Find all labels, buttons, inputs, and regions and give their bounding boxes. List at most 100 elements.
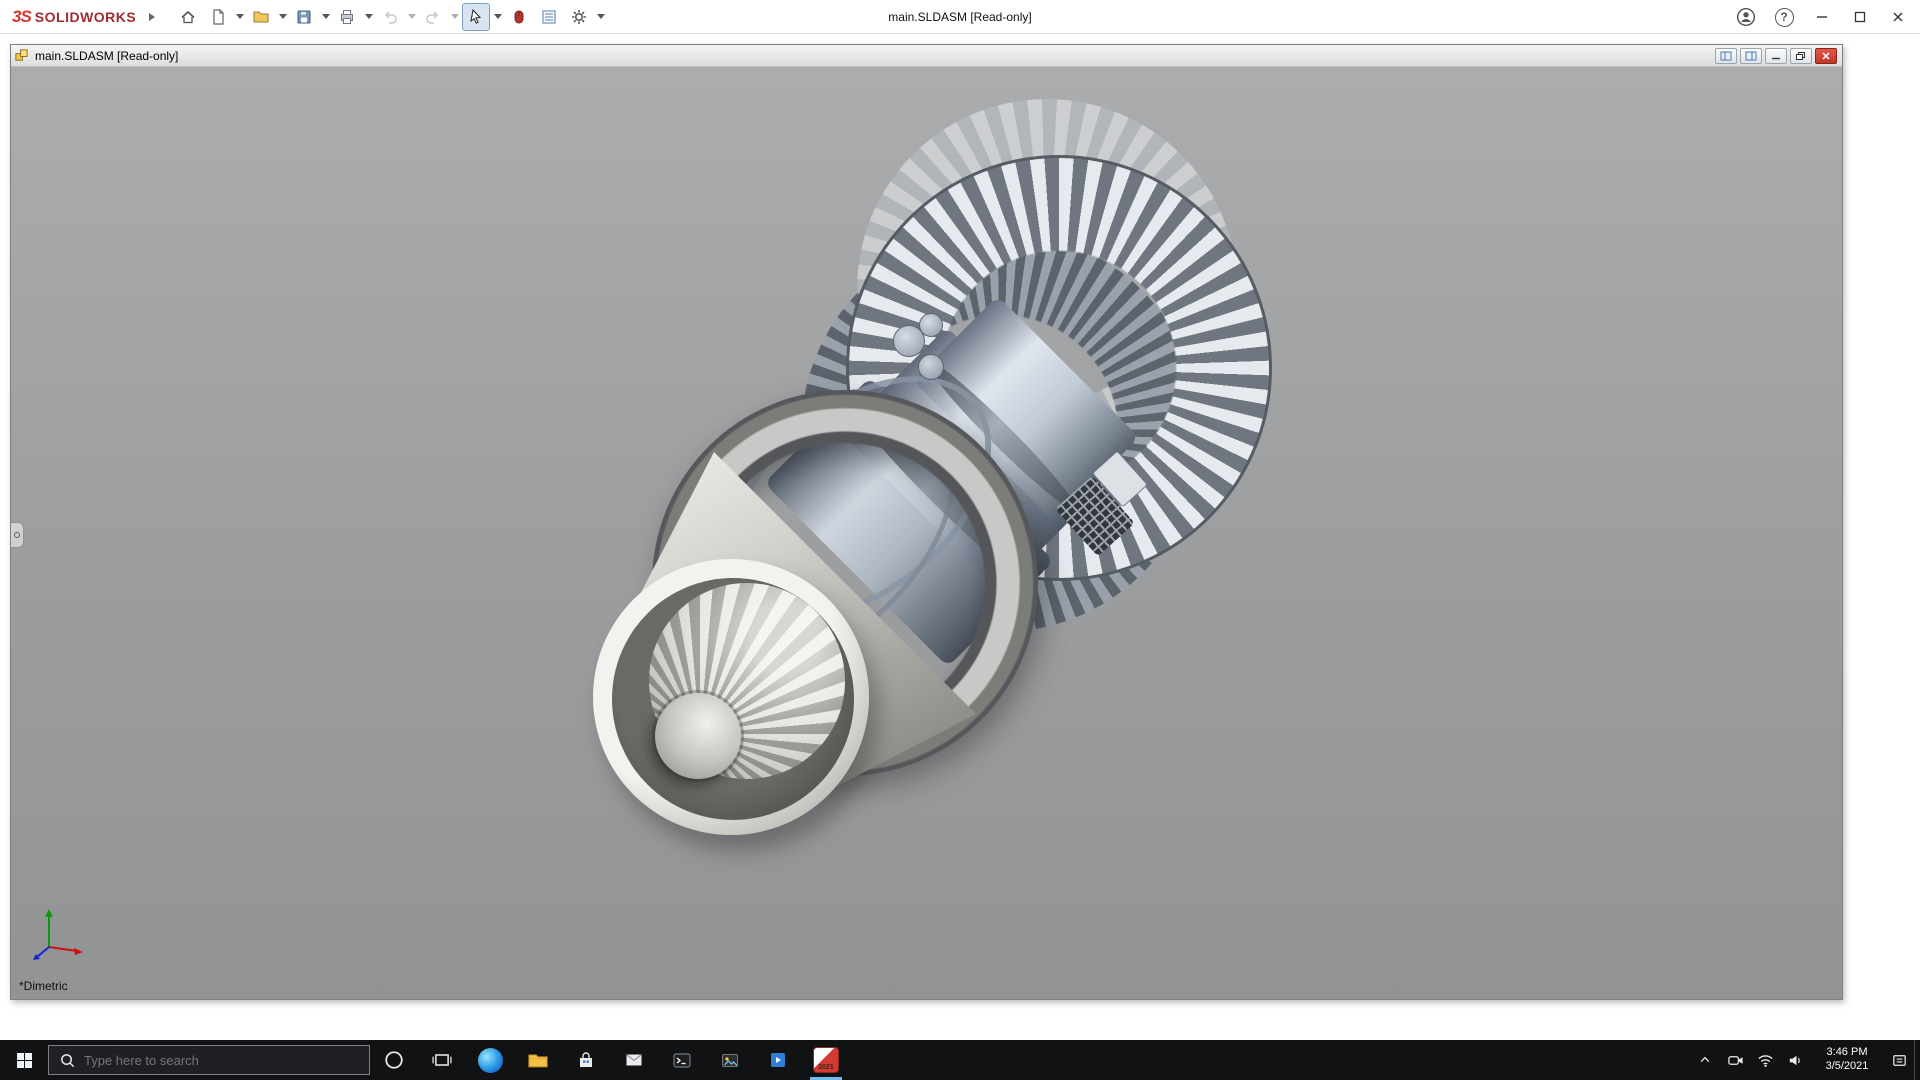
command-prompt-button[interactable]	[658, 1040, 706, 1080]
engine-hub-dome	[655, 693, 741, 779]
volume-button[interactable]	[1780, 1040, 1810, 1080]
solidworks-taskbar-button[interactable]: 2021	[802, 1040, 850, 1080]
account-button[interactable]	[1728, 2, 1764, 32]
file-explorer-icon	[527, 1050, 549, 1070]
main-toolbar	[174, 3, 606, 31]
help-button[interactable]: ?	[1766, 2, 1802, 32]
show-desktop-button[interactable]	[1914, 1040, 1920, 1080]
action-center-button[interactable]	[1884, 1040, 1914, 1080]
system-tray: 3:46 PM 3/5/2021	[1690, 1040, 1920, 1080]
new-document-button[interactable]	[204, 3, 232, 31]
brand-mark: 3S	[12, 7, 31, 27]
doc-pane-right-button[interactable]	[1740, 48, 1762, 64]
wifi-icon	[1757, 1052, 1774, 1069]
menu-flyout-arrow[interactable]	[144, 4, 160, 30]
open-button[interactable]	[247, 3, 275, 31]
movies-button[interactable]	[754, 1040, 802, 1080]
cortana-button[interactable]	[370, 1040, 418, 1080]
app-titlebar: 3S SOLIDWORKS	[0, 0, 1920, 34]
open-folder-icon	[252, 8, 270, 26]
edge-icon	[478, 1048, 503, 1073]
chevron-down-icon	[365, 14, 373, 19]
redo-dropdown[interactable]	[449, 3, 460, 31]
start-button[interactable]	[0, 1040, 48, 1080]
select-tool-button[interactable]	[462, 3, 490, 31]
new-document-dropdown[interactable]	[234, 3, 245, 31]
help-icon: ?	[1775, 8, 1794, 27]
doc-minimize-button[interactable]	[1765, 48, 1787, 64]
split-pane-icon	[1720, 51, 1732, 61]
save-dropdown[interactable]	[320, 3, 331, 31]
clock-time: 3:46 PM	[1827, 1046, 1868, 1060]
photos-icon	[720, 1051, 740, 1070]
task-pane-button[interactable]	[535, 3, 563, 31]
mail-button[interactable]	[610, 1040, 658, 1080]
meet-now-button[interactable]	[1720, 1040, 1750, 1080]
maximize-button[interactable]	[1842, 2, 1878, 32]
solidworks-version-badge: 2021	[814, 1064, 838, 1071]
close-icon	[1889, 8, 1907, 26]
file-explorer-button[interactable]	[514, 1040, 562, 1080]
edge-button[interactable]	[466, 1040, 514, 1080]
restore-icon	[1795, 51, 1807, 61]
select-tool-dropdown[interactable]	[492, 3, 503, 31]
undo-button[interactable]	[376, 3, 404, 31]
settings-button[interactable]	[565, 3, 593, 31]
save-icon	[295, 8, 313, 26]
chevron-down-icon	[494, 14, 502, 19]
titlebar-controls: ?	[1728, 0, 1916, 34]
doc-pane-left-button[interactable]	[1715, 48, 1737, 64]
document-title: main.SLDASM [Read-only]	[35, 49, 1709, 63]
home-button[interactable]	[174, 3, 202, 31]
open-dropdown[interactable]	[277, 3, 288, 31]
chevron-right-icon	[148, 12, 156, 22]
store-button[interactable]	[562, 1040, 610, 1080]
mdi-client-area: main.SLDASM [Read-only]	[0, 34, 1920, 1040]
orientation-triad	[29, 905, 87, 963]
print-dropdown[interactable]	[363, 3, 374, 31]
task-view-button[interactable]	[418, 1040, 466, 1080]
search-icon	[59, 1052, 76, 1069]
task-view-icon	[432, 1050, 452, 1070]
feature-pane-collapsed-tab[interactable]	[11, 522, 24, 548]
chevron-down-icon	[597, 14, 605, 19]
network-button[interactable]	[1750, 1040, 1780, 1080]
doc-restore-button[interactable]	[1790, 48, 1812, 64]
settings-dropdown[interactable]	[595, 3, 606, 31]
doc-close-button[interactable]	[1815, 48, 1837, 64]
hidden-icons-button[interactable]	[1690, 1040, 1720, 1080]
close-button[interactable]	[1880, 2, 1916, 32]
print-icon	[338, 8, 356, 26]
windows-taskbar: 2021 3:46 P	[0, 1040, 1920, 1080]
mouse-gestures-button[interactable]	[505, 3, 533, 31]
app-window-title: main.SLDASM [Read-only]	[888, 0, 1031, 34]
minimize-icon	[1813, 8, 1831, 26]
print-button[interactable]	[333, 3, 361, 31]
home-icon	[179, 8, 197, 26]
view-orientation-label: *Dimetric	[19, 979, 68, 993]
minimize-button[interactable]	[1804, 2, 1840, 32]
undo-icon	[381, 8, 399, 26]
chevron-down-icon	[322, 14, 330, 19]
redo-button[interactable]	[419, 3, 447, 31]
pane-icon	[1745, 51, 1757, 61]
select-cursor-icon	[467, 8, 485, 26]
save-button[interactable]	[290, 3, 318, 31]
windows-logo-icon	[15, 1051, 34, 1070]
movies-icon	[768, 1050, 788, 1070]
search-input[interactable]	[84, 1053, 359, 1068]
photos-button[interactable]	[706, 1040, 754, 1080]
chevron-down-icon	[279, 14, 287, 19]
chevron-down-icon	[451, 14, 459, 19]
document-titlebar[interactable]: main.SLDASM [Read-only]	[11, 45, 1842, 67]
account-icon	[1736, 7, 1756, 27]
taskbar-clock[interactable]: 3:46 PM 3/5/2021	[1810, 1040, 1884, 1080]
graphics-area[interactable]: *Dimetric	[11, 67, 1842, 999]
undo-dropdown[interactable]	[406, 3, 417, 31]
taskbar-search[interactable]	[48, 1045, 370, 1075]
minimize-icon	[1770, 51, 1782, 61]
task-pane-icon	[540, 8, 558, 26]
camera-icon	[1727, 1052, 1744, 1069]
chevron-down-icon	[408, 14, 416, 19]
engine-fitting-cylinder-3	[918, 354, 944, 380]
